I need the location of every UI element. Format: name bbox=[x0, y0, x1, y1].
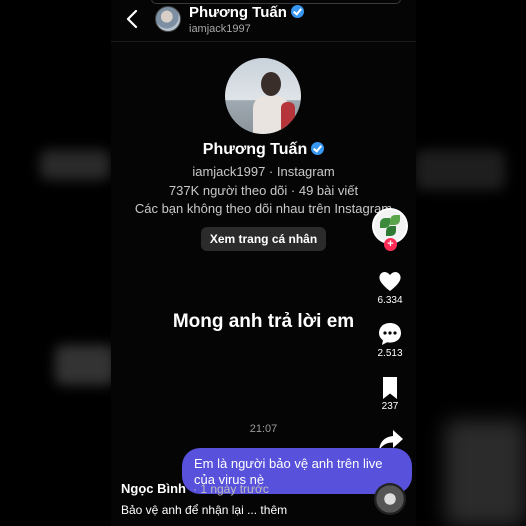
profile-name: Phương Tuấn bbox=[111, 141, 416, 159]
avatar-figure-head bbox=[261, 72, 281, 96]
comment-time: · 1 ngày trước bbox=[193, 482, 269, 496]
header-name-text: Phương Tuấn bbox=[189, 4, 287, 21]
like-count: 6.334 bbox=[377, 295, 403, 306]
profile-avatar[interactable] bbox=[225, 58, 301, 134]
header-username: iamjack1997 bbox=[189, 23, 251, 35]
bookmark-icon[interactable] bbox=[377, 375, 403, 401]
profile-name-text: Phương Tuấn bbox=[202, 141, 308, 158]
follow-plus-icon[interactable]: + bbox=[384, 238, 397, 251]
background-blur bbox=[445, 420, 526, 526]
header-name[interactable]: Phương Tuấn bbox=[189, 4, 304, 21]
verified-badge-icon bbox=[290, 5, 304, 18]
profile-relation: Các bạn không theo dõi nhau trên Instagr… bbox=[134, 201, 393, 216]
chevron-left-icon[interactable] bbox=[122, 8, 144, 30]
comment-text[interactable]: Bảo vệ anh để nhận lại ... thêm bbox=[121, 503, 287, 517]
plant-leaf bbox=[390, 215, 400, 225]
music-disc-icon[interactable] bbox=[374, 483, 406, 515]
background-blur bbox=[55, 345, 115, 385]
profile-stats: 737K người theo dõi · 49 bài viết bbox=[168, 183, 359, 198]
save-count: 237 bbox=[381, 401, 399, 412]
heart-icon[interactable] bbox=[377, 268, 403, 294]
message-timestamp: 21:07 bbox=[249, 423, 278, 435]
comment-bubble-icon[interactable] bbox=[377, 321, 403, 347]
profile-handle: iamjack1997 · Instagram bbox=[192, 164, 335, 179]
verified-badge-icon bbox=[311, 142, 325, 155]
view-profile-button[interactable]: Xem trang cá nhân bbox=[201, 227, 326, 251]
comment-author[interactable]: Ngọc Bình bbox=[121, 481, 186, 496]
video-caption: Mong anh trả lời em bbox=[172, 311, 355, 332]
comment-count: 2.513 bbox=[377, 348, 403, 359]
plant-leaf bbox=[386, 226, 396, 236]
avatar[interactable] bbox=[155, 6, 181, 32]
avatar-figure-sleeve bbox=[281, 102, 295, 134]
background-blur bbox=[40, 150, 110, 180]
background-blur bbox=[415, 150, 505, 190]
